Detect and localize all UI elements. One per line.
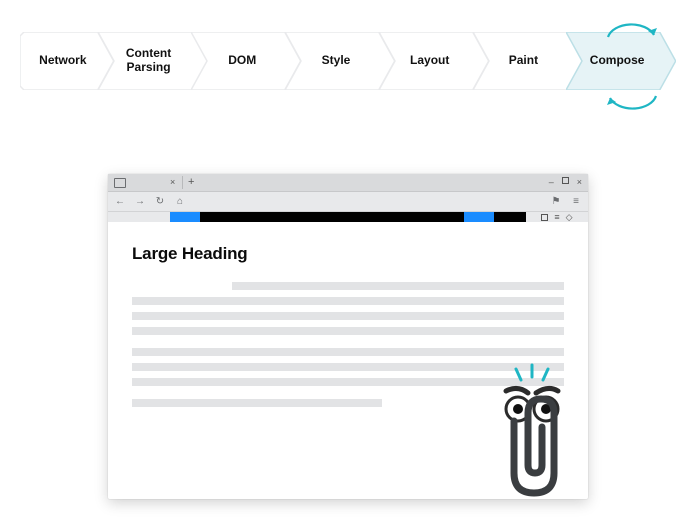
browser-window: × + – × ← → ↻ ⌂ ⚑ ≡ ≡ ◇ Large Heading [108, 174, 588, 499]
home-button[interactable]: ⌂ [174, 196, 186, 208]
new-tab-button[interactable]: + [188, 176, 194, 188]
gutter-rows-icon: ≡ [554, 212, 559, 222]
pipeline-stage-label: Compose [590, 54, 653, 68]
text-line [132, 348, 564, 356]
browser-toolbar: ← → ↻ ⌂ ⚑ ≡ [108, 192, 588, 212]
window-maximize-icon[interactable] [562, 177, 569, 184]
clippy-assistant-icon [472, 361, 592, 501]
window-close-icon[interactable]: × [577, 177, 582, 187]
progress-right-gutter: ≡ ◇ [526, 212, 588, 222]
cycle-arrow-top-icon [604, 17, 660, 41]
pipeline-stage-label: DOM [228, 54, 264, 68]
pipeline-stage-label: Layout [410, 54, 457, 68]
text-line [132, 327, 564, 335]
back-button[interactable]: ← [114, 196, 126, 208]
menu-icon[interactable]: ≡ [570, 196, 582, 208]
window-titlebar: × + – × [108, 174, 588, 192]
text-line [232, 282, 564, 290]
pipeline-stage-label: Style [322, 54, 359, 68]
tab-separator [182, 176, 183, 189]
gutter-box-icon [541, 214, 548, 221]
text-line [132, 297, 564, 305]
page-content: Large Heading [108, 222, 588, 499]
forward-button[interactable]: → [134, 196, 146, 208]
pipeline-stage-label: Paint [509, 54, 546, 68]
tab-close-icon[interactable]: × [170, 177, 175, 187]
progress-segment-blue-right [464, 212, 494, 222]
progress-segment-blue-left [170, 212, 200, 222]
reload-button[interactable]: ↻ [154, 196, 166, 208]
progress-left-gutter [108, 212, 170, 222]
gutter-drop-icon: ◇ [566, 212, 573, 223]
cycle-arrow-bottom-icon [604, 92, 660, 116]
window-minimize-icon[interactable]: – [549, 177, 554, 187]
render-pipeline: Network ContentParsing DOM Style Layout … [20, 18, 676, 106]
bookmark-icon[interactable]: ⚑ [550, 196, 562, 208]
page-title: Large Heading [132, 244, 564, 264]
text-line [132, 312, 564, 320]
pipeline-stage-label: Network [39, 54, 94, 68]
tab-favicon-icon [114, 178, 126, 188]
progress-bar: ≡ ◇ [108, 212, 588, 222]
pipeline-stage-label: ContentParsing [126, 47, 179, 75]
text-line [132, 399, 382, 407]
